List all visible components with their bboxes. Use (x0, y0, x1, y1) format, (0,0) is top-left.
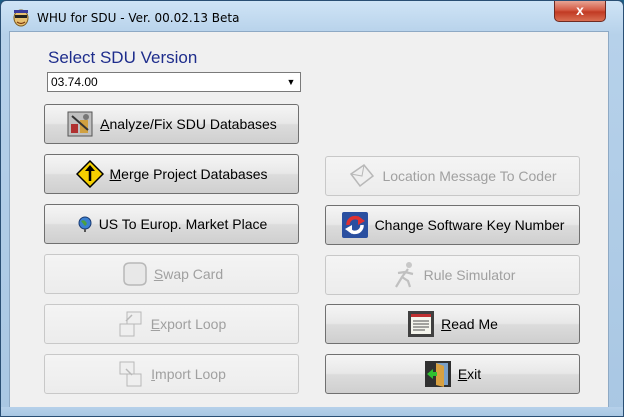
exit-door-icon (424, 360, 452, 388)
analyze-fix-label: Analyze/Fix SDU Databases (100, 116, 277, 132)
merge-sign-icon (75, 160, 104, 188)
read-me-label: Read Me (441, 316, 498, 332)
app-logo-icon (12, 9, 30, 27)
export-loop-label: Export Loop (150, 316, 227, 332)
swap-card-label: Swap Card (153, 266, 224, 282)
sdu-version-value: 03.74.00 (51, 75, 98, 89)
location-message-button[interactable]: Location Message To Coder (325, 156, 580, 196)
sdu-version-select[interactable]: 03.74.00 ▼ (47, 72, 301, 92)
dropdown-arrow-icon[interactable]: ▼ (284, 75, 298, 89)
rule-simulator-button[interactable]: Rule Simulator (325, 255, 580, 295)
window-bottom-border (1, 407, 623, 416)
change-key-button[interactable]: Change Software Key Number (325, 205, 580, 245)
import-pages-icon (117, 360, 145, 388)
refresh-arrows-icon (341, 211, 369, 239)
card-icon (120, 260, 148, 288)
read-me-button[interactable]: Read Me (325, 304, 580, 344)
exit-label: Exit (457, 366, 482, 382)
database-tools-icon (66, 110, 94, 138)
window-title: WHU for SDU - Ver. 00.02.13 Beta (37, 11, 240, 25)
us-to-europe-label: US To Europ. Market Place (98, 216, 268, 232)
rule-simulator-label: Rule Simulator (423, 267, 516, 283)
change-key-label: Change Software Key Number (374, 217, 565, 233)
import-loop-button[interactable]: Import Loop (44, 354, 299, 394)
location-message-label: Location Message To Coder (382, 168, 557, 184)
merge-project-button[interactable]: Merge Project Databases (44, 154, 299, 194)
exit-button[interactable]: Exit (325, 354, 580, 394)
export-pages-icon (117, 310, 145, 338)
analyze-fix-button[interactable]: Analyze/Fix SDU Databases (44, 104, 299, 144)
close-button[interactable]: x (554, 1, 606, 22)
main-panel: Select SDU Version 03.74.00 ▼ Analyze/Fi… (9, 31, 609, 409)
export-loop-button[interactable]: Export Loop (44, 304, 299, 344)
envelope-icon (348, 162, 376, 190)
us-to-europe-button[interactable]: US To Europ. Market Place (44, 204, 299, 244)
merge-project-label: Merge Project Databases (109, 166, 268, 182)
swap-card-button[interactable]: Swap Card (44, 254, 299, 294)
globe-icon (76, 215, 94, 233)
runner-icon (390, 261, 418, 289)
app-window: WHU for SDU - Ver. 00.02.13 Beta x Selec… (0, 0, 624, 417)
import-loop-label: Import Loop (151, 366, 226, 382)
select-version-heading: Select SDU Version (48, 48, 198, 67)
document-icon (407, 310, 435, 338)
